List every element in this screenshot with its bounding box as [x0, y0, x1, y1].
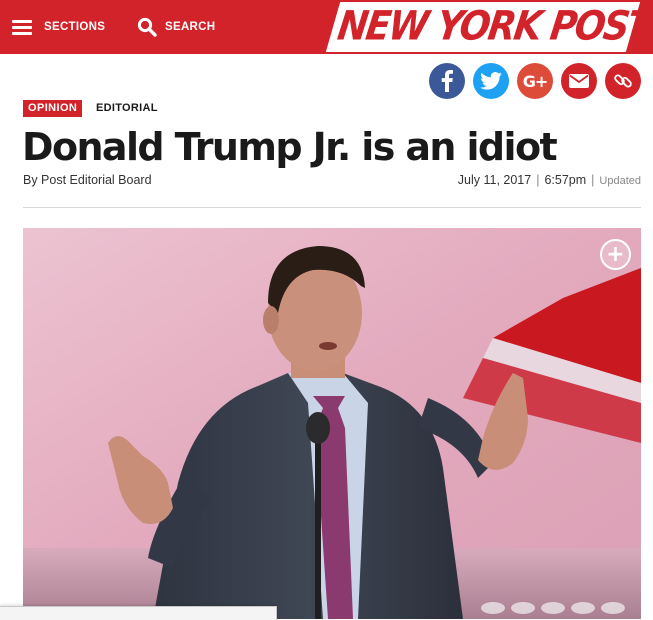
expand-photo-button[interactable]: +	[600, 239, 631, 270]
article-headline: Donald Trump Jr. is an idiot	[22, 125, 558, 169]
search-button[interactable]: SEARCH	[137, 0, 215, 54]
publish-time: 6:57pm	[544, 173, 587, 187]
author-link[interactable]: By Post Editorial Board	[23, 173, 152, 187]
facebook-icon	[441, 70, 453, 92]
header-divider	[23, 207, 641, 208]
publish-date: July 11, 2017	[457, 173, 532, 187]
email-share-button[interactable]	[561, 63, 597, 99]
twitter-icon	[480, 72, 502, 90]
google-plus-share-button[interactable]: G+	[517, 63, 553, 99]
email-icon	[569, 74, 589, 88]
link-icon	[614, 74, 632, 88]
overlay-panel-edge	[0, 606, 277, 620]
copy-link-button[interactable]	[605, 63, 641, 99]
opinion-category-tag[interactable]: OPINION	[23, 100, 83, 117]
search-icon	[137, 17, 157, 37]
search-label: SEARCH	[165, 21, 216, 33]
editorial-subcategory-link[interactable]: EDITORIAL	[96, 100, 158, 117]
byline: By Post Editorial Board	[23, 173, 152, 187]
plus-icon: +	[606, 241, 625, 267]
updated-label: Updated	[599, 175, 641, 187]
twitter-share-button[interactable]	[473, 63, 509, 99]
publish-dateline: July 11, 2017 | 6:57pm | Updated	[458, 173, 641, 187]
separator: |	[536, 173, 540, 187]
new-york-post-logo[interactable]: NEW YORK POST	[334, 0, 653, 54]
hamburger-menu-icon	[12, 19, 32, 35]
article-photo[interactable]	[23, 228, 641, 619]
separator: |	[591, 173, 595, 187]
google-plus-icon: G+	[522, 71, 549, 91]
photo-illustration	[23, 228, 641, 619]
sections-label: SECTIONS	[44, 21, 106, 33]
facebook-share-button[interactable]	[429, 63, 465, 99]
sections-button[interactable]: SECTIONS	[12, 0, 105, 54]
top-navigation-bar: SECTIONS SEARCH NEW YORK POST	[0, 0, 653, 54]
